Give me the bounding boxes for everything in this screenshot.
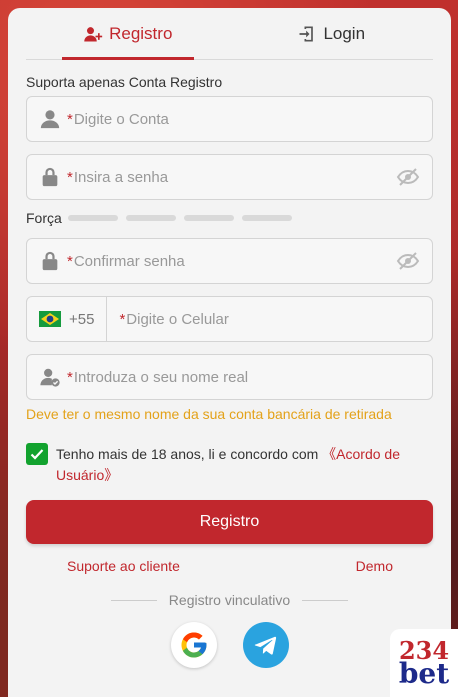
user-icon <box>40 110 60 129</box>
tab-registro[interactable]: Registro <box>26 8 230 60</box>
password-field[interactable]: * <box>26 154 433 200</box>
phone-input[interactable] <box>126 310 420 328</box>
password-input[interactable] <box>73 168 396 186</box>
agreement-label: Tenho mais de 18 anos, li e concordo com <box>56 446 319 462</box>
support-note: Suporta apenas Conta Registro <box>26 74 223 90</box>
google-icon <box>181 632 206 658</box>
confirm-password-field[interactable]: * <box>26 238 433 284</box>
divider-line <box>110 599 157 601</box>
agreement-checkbox[interactable] <box>26 443 48 465</box>
check-icon <box>30 449 44 460</box>
eye-off-icon[interactable] <box>396 165 420 189</box>
agreement-row: Tenho mais de 18 anos, li e concordo com… <box>26 443 433 486</box>
account-input[interactable] <box>73 110 420 128</box>
real-name-input[interactable] <box>73 368 420 386</box>
divider-line <box>302 599 349 601</box>
tab-login[interactable]: Login <box>230 8 434 59</box>
customer-support-link[interactable]: Suporte ao cliente <box>67 558 180 574</box>
strength-bar <box>241 215 292 221</box>
required-mark: * <box>67 252 73 270</box>
auth-tabs: Registro Login <box>26 8 433 60</box>
user-check-icon <box>40 368 60 387</box>
tab-login-label: Login <box>323 23 366 43</box>
demo-link[interactable]: Demo <box>356 558 393 574</box>
required-mark: * <box>67 110 73 128</box>
social-divider-text: Registro vinculativo <box>168 592 291 608</box>
strength-bar <box>183 215 234 221</box>
required-mark: * <box>67 368 73 386</box>
social-login-buttons <box>26 622 433 668</box>
brand-logo-word: bet <box>398 657 450 691</box>
register-form: Suporta apenas Conta Registro * * F <box>8 74 451 668</box>
confirm-password-input[interactable] <box>73 252 396 270</box>
brand-logo: 234 bet <box>390 629 458 697</box>
telegram-login-button[interactable] <box>242 622 289 668</box>
eye-off-icon[interactable] <box>396 249 420 273</box>
strength-bar <box>125 215 176 221</box>
brazil-flag-icon <box>39 311 61 327</box>
account-field[interactable]: * <box>26 96 433 142</box>
social-divider: Registro vinculativo <box>26 592 433 608</box>
name-note: Deve ter o mesmo nome da sua conta bancá… <box>26 406 392 422</box>
register-modal: Registro Login Suporta apenas Conta Regi… <box>8 8 451 697</box>
google-login-button[interactable] <box>170 622 217 668</box>
lock-icon <box>42 167 58 187</box>
required-mark: * <box>67 168 73 186</box>
login-door-icon <box>299 26 314 41</box>
strength-bar <box>67 215 118 221</box>
tab-registro-label: Registro <box>109 23 173 43</box>
agreement-text: Tenho mais de 18 anos, li e concordo com… <box>56 444 433 486</box>
password-strength: Força <box>26 210 433 226</box>
user-plus-icon <box>84 26 103 41</box>
footer-links: Suporte ao cliente Demo <box>26 558 433 574</box>
country-code-selector[interactable]: +55 <box>39 297 108 341</box>
lock-icon <box>42 251 58 271</box>
real-name-field[interactable]: * <box>26 354 433 400</box>
phone-field[interactable]: +55 * <box>26 296 433 342</box>
phone-prefix-text: +55 <box>69 310 95 328</box>
register-submit-button[interactable]: Registro <box>26 500 433 544</box>
required-mark: * <box>119 310 126 328</box>
strength-label: Força <box>26 210 62 226</box>
telegram-icon <box>254 636 276 655</box>
